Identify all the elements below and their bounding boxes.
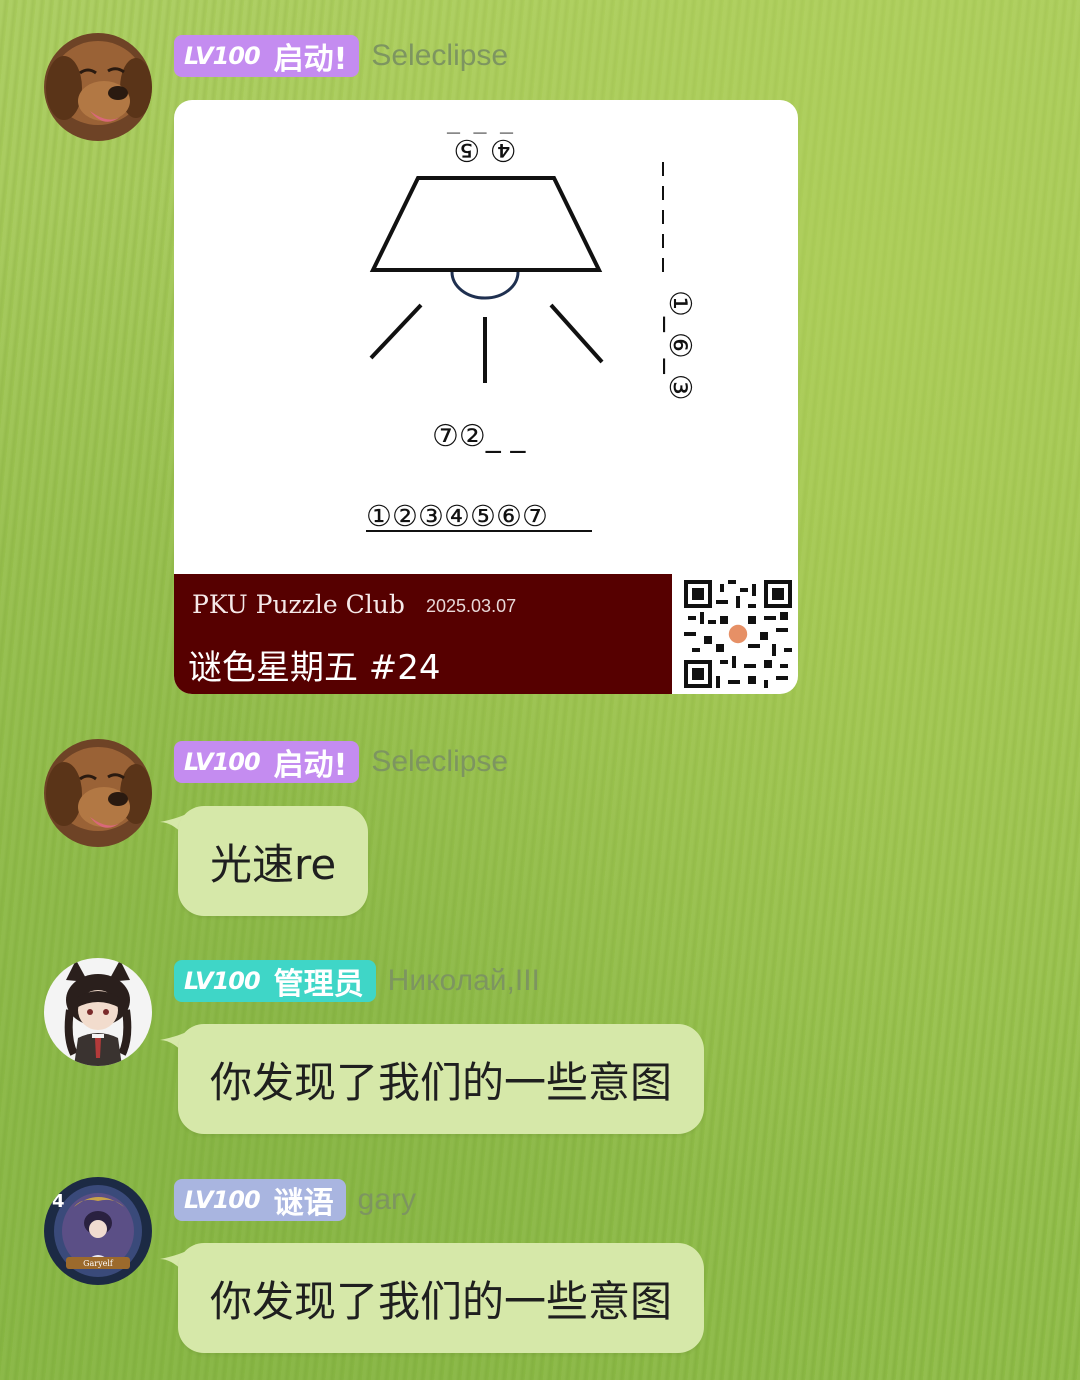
qr-code-icon[interactable]	[684, 580, 792, 688]
member-badge: LV100 启动!	[174, 741, 360, 783]
level-label: LV100	[184, 748, 261, 776]
admin-badge: LV100 管理员	[174, 960, 376, 1002]
bottom-hint: ⑦②_ _	[432, 419, 526, 454]
badge-title: 管理员	[273, 967, 364, 1002]
anime-catgirl-icon	[44, 958, 152, 1066]
badge-title: 谜语	[273, 1186, 334, 1221]
puzzle-date: 2025.03.07	[426, 596, 517, 616]
avatar-caption: Garyelf	[83, 1259, 114, 1268]
username[interactable]: gary	[358, 1183, 416, 1217]
side-text: ①_⑥_③	[662, 290, 697, 401]
message-bubble[interactable]: 你发现了我们的一些意图	[178, 1243, 705, 1353]
username[interactable]: Николай,III	[388, 964, 540, 998]
avatar[interactable]	[44, 33, 152, 141]
message-bubble[interactable]: 光速re	[178, 806, 369, 916]
avatar[interactable]	[44, 739, 152, 847]
series-title: 谜色星期五 #24	[188, 648, 441, 688]
club-name: PKU Puzzle Club	[192, 590, 405, 619]
message-bubble[interactable]: 你发现了我们的一些意图	[178, 1024, 705, 1134]
lamp-puzzle-image: ④ ⑤ _ _ _ ①_⑥_③ ⑦②_ _ ①②③④⑤⑥⑦	[366, 109, 697, 533]
avatar[interactable]	[44, 958, 152, 1066]
golden-retriever-icon	[44, 739, 152, 847]
puzzle-card[interactable]: ④ ⑤ _ _ _ ①_⑥_③ ⑦②_ _ ①②③④⑤⑥⑦ PKU Puzzle…	[174, 100, 798, 694]
golden-retriever-icon	[44, 33, 152, 141]
light-ray-right	[549, 303, 604, 364]
avatar-number: 4	[52, 1191, 65, 1212]
level-label: LV100	[184, 42, 261, 70]
lightbulb	[450, 271, 520, 300]
message-text: 你发现了我们的一些意图	[210, 1057, 673, 1107]
top-blanks: _ _ _	[447, 109, 514, 134]
message-header: LV100 启动! Seleclipse	[174, 35, 508, 77]
light-ray-left	[369, 303, 423, 360]
message-header: LV100 管理员 Николай,III	[174, 960, 540, 1002]
badge-title: 启动!	[273, 42, 348, 77]
avatar[interactable]: Garyelf 4	[44, 1177, 152, 1285]
message-header: LV100 谜语 gary	[174, 1179, 416, 1221]
member-badge: LV100 启动!	[174, 35, 360, 77]
message-text: 你发现了我们的一些意图	[210, 1276, 673, 1326]
username[interactable]: Seleclipse	[371, 745, 508, 779]
badge-title: 启动!	[273, 748, 348, 783]
top-circles: ④ ⑤	[453, 132, 516, 167]
message-text: 光速re	[210, 839, 337, 889]
level-label: LV100	[184, 1186, 261, 1214]
message-header: LV100 启动! Seleclipse	[174, 741, 508, 783]
member-badge: LV100 谜语	[174, 1179, 346, 1221]
answer-line: ①②③④⑤⑥⑦	[366, 499, 548, 533]
lampshade	[369, 176, 603, 272]
level-label: LV100	[184, 967, 261, 995]
card-footer: PKU Puzzle Club 2025.03.07 谜色星期五 #24	[174, 574, 672, 694]
hearthstone-hero-icon: Garyelf 4	[44, 1177, 152, 1285]
username[interactable]: Seleclipse	[371, 39, 508, 73]
